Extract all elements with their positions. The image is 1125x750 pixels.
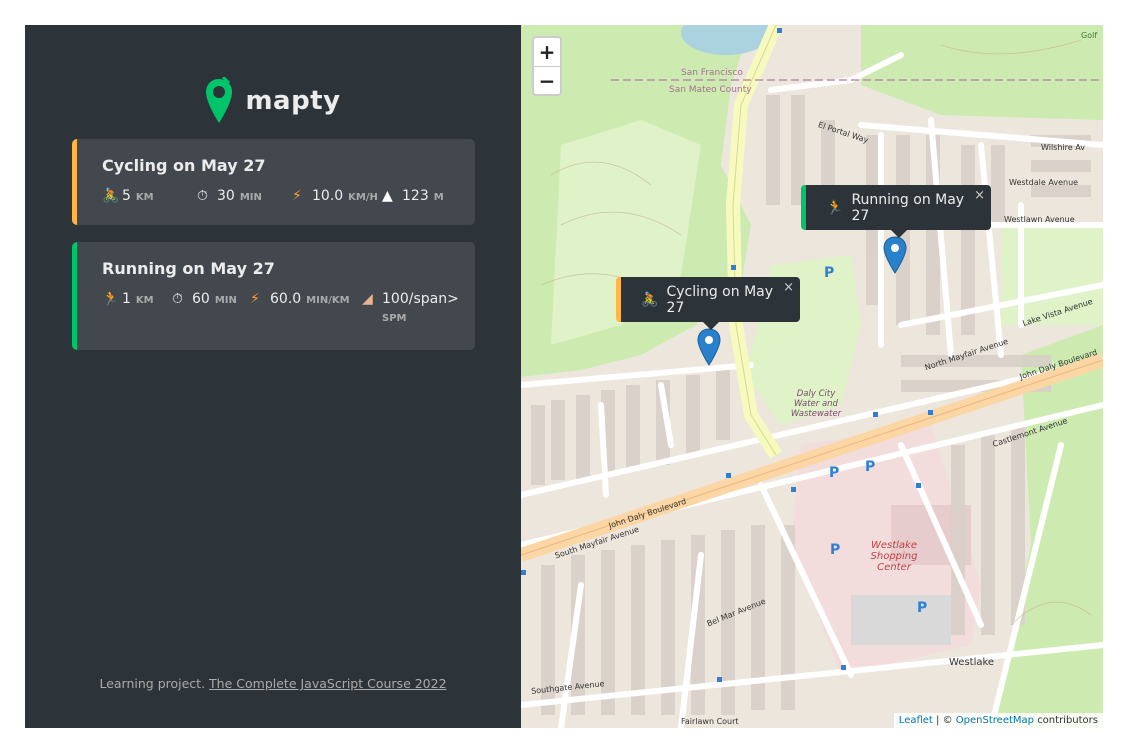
map-label: Daly City Water and Wastewater (790, 389, 842, 419)
map-label: Westdale Avenue (1009, 178, 1079, 187)
workout-distance: 🏃 1 km (102, 291, 154, 307)
parking-icon: P (824, 265, 835, 281)
workout-duration: ⏱ 60 min (172, 291, 237, 307)
zoom-out-button[interactable]: − (534, 66, 560, 94)
map-pin-logo-icon (206, 77, 233, 123)
workout-pace: ⚡ 60.0 min/km (250, 291, 350, 307)
workout-card-cycling[interactable]: Cycling on May 27 🚴 5 km ⏱ 30 min ⚡ 10.0… (72, 139, 475, 225)
popup-cycling[interactable]: 🚴 Cycling on May 27 × (616, 277, 800, 330)
course-link[interactable]: The Complete JavaScript Course 2022 (209, 676, 447, 691)
zoom-control: + − (532, 36, 562, 96)
close-popup-button[interactable]: × (974, 188, 985, 203)
popup-running[interactable]: 🏃 Running on May 27 × (801, 185, 991, 238)
lightning-icon: ⚡ (292, 188, 302, 204)
parking-icon: P (917, 600, 928, 616)
cyclist-icon: 🚴 (641, 291, 659, 308)
parking-icon: P (865, 459, 876, 475)
sidebar: mapty Cycling on May 27 🚴 5 km ⏱ 30 min … (25, 25, 521, 728)
footer: Learning project. The Complete JavaScrip… (25, 676, 521, 691)
map-attribution: Leaflet | © OpenStreetMap contributors (893, 713, 1103, 728)
footer-text: Learning project. (99, 676, 206, 691)
map-label: Westlawn Avenue (1004, 215, 1075, 224)
popup-title: Cycling on May 27 (666, 283, 774, 316)
map-tiles (521, 25, 1103, 728)
logo: mapty (25, 77, 521, 125)
parking-icon: P (830, 542, 841, 558)
map-marker-icon[interactable] (697, 328, 721, 366)
map-label: Westlake (949, 657, 995, 668)
map[interactable]: San Francisco San Mateo County El Portal… (521, 25, 1103, 728)
osm-link[interactable]: OpenStreetMap (956, 715, 1034, 726)
mountain-icon: ▲ (382, 188, 393, 204)
app-frame: mapty Cycling on May 27 🚴 5 km ⏱ 30 min … (25, 25, 1103, 728)
workout-distance: 🚴 5 km (102, 188, 154, 204)
map-label: Wilshire Av (1041, 143, 1085, 152)
workout-speed: ⚡ 10.0 km/h (292, 188, 378, 204)
workout-card-running[interactable]: Running on May 27 🏃 1 km ⏱ 60 min ⚡ 60.0… (72, 242, 475, 350)
logo-text: mapty (245, 86, 341, 116)
popup-title: Running on May 27 (851, 191, 965, 224)
workout-title: Cycling on May 27 (102, 156, 266, 175)
cyclist-icon: 🚴 (102, 188, 120, 204)
lightning-icon: ⚡ (250, 291, 260, 307)
map-label: Westlake Shopping Center (870, 540, 918, 573)
workout-duration: ⏱ 30 min (197, 188, 262, 204)
workout-elevation: ▲ 123 m (382, 188, 444, 204)
stopwatch-icon: ⏱ (197, 188, 208, 204)
map-label: San Mateo County (669, 85, 752, 95)
workout-title: Running on May 27 (102, 259, 275, 278)
runner-icon: 🏃 (826, 199, 844, 216)
map-label: San Francisco (681, 68, 743, 78)
popup-tip (890, 230, 907, 238)
close-popup-button[interactable]: × (783, 280, 794, 295)
zoom-in-button[interactable]: + (534, 38, 560, 66)
popup-tip (702, 322, 719, 330)
leaflet-link[interactable]: Leaflet (899, 715, 933, 726)
map-label: Fairlawn Court (681, 717, 739, 726)
map-marker-icon[interactable] (883, 236, 907, 274)
footprint-icon: ◢ (362, 291, 373, 307)
map-label: Golf (1081, 31, 1098, 40)
workout-cadence: ◢ 100/span> spm (362, 291, 459, 324)
stopwatch-icon: ⏱ (172, 291, 183, 307)
parking-icon: P (829, 465, 840, 481)
runner-icon: 🏃 (102, 291, 120, 307)
